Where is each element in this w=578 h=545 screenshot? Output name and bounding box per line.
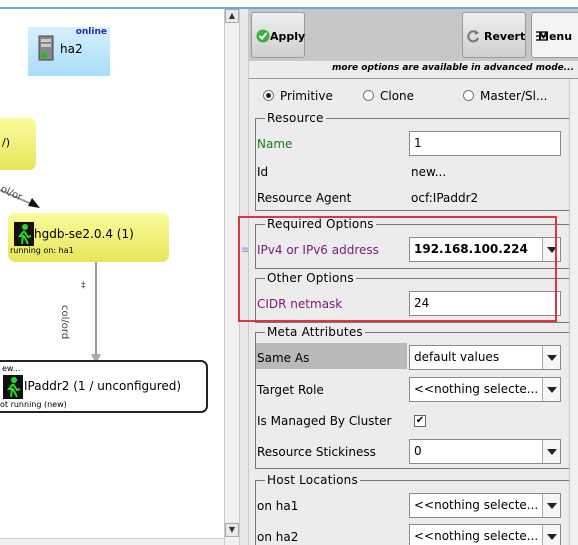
chevron-down-icon[interactable] [542, 525, 560, 545]
managed-by-cluster-checkbox[interactable]: ✔ [414, 415, 426, 427]
revert-label: Revert [484, 30, 526, 43]
resource-agent-label: Resource Agent [257, 191, 352, 205]
resource-agent-value: ocf:IPaddr2 [411, 191, 479, 205]
resource-node-hgdb[interactable]: hgdb-se2.0.4 (1) running on: ha1 [8, 213, 169, 262]
target-role-combobox[interactable]: <<nothing selecte... [409, 377, 561, 402]
advanced-mode-note: more options are available in advanced m… [332, 63, 574, 73]
resource-node-ipaddr2[interactable]: ew... IPaddr2 (1 / unconfigured) ot runn… [0, 360, 208, 413]
edge-label-colocation: col/ord [59, 305, 70, 340]
resource-node-title: hgdb-se2.0.4 (1) [34, 227, 134, 241]
separator [249, 78, 578, 79]
host-node-ha2[interactable]: online ha2 [28, 27, 110, 76]
apply-label: Apply [270, 30, 306, 43]
radio-selected-icon [263, 90, 274, 101]
revert-button[interactable]: Revert [462, 12, 526, 58]
chevron-down-icon[interactable] [542, 494, 560, 517]
location-ha2-combobox[interactable]: <<nothing selecte... [409, 524, 561, 545]
target-role-value: <<nothing selecte... [414, 382, 539, 396]
highlight-rectangle [238, 216, 557, 322]
menu-label: Menu [538, 30, 573, 43]
location-ha1-combobox[interactable]: <<nothing selecte... [409, 493, 561, 518]
location-ha2-value: <<nothing selecte... [414, 529, 539, 543]
graph-horizontal-scrollbar[interactable] [0, 538, 224, 545]
chevron-down-icon[interactable] [542, 346, 560, 369]
same-as-label: Same As [257, 351, 310, 365]
resource-group-legend: Resource [265, 111, 326, 125]
resource-node-partial-label: /) [2, 136, 10, 149]
same-as-combobox[interactable]: default values [409, 345, 561, 370]
id-value: new... [411, 165, 447, 179]
properties-vertical-scrollbar[interactable] [569, 79, 578, 545]
host-status-label: online [75, 27, 107, 37]
location-ha1-label: on ha1 [257, 499, 299, 513]
menu-button[interactable]: Menu [531, 12, 578, 58]
scroll-down-icon[interactable]: ▼ [225, 523, 239, 537]
location-ha1-value: <<nothing selecte... [414, 498, 539, 512]
radio-master-slave[interactable]: Master/Sl... [463, 89, 547, 105]
resource-node-status: running on: ha1 [10, 246, 74, 255]
resource-node-partial[interactable]: /) [0, 118, 36, 170]
id-label: Id [257, 165, 269, 179]
edge-arrowhead [28, 198, 40, 208]
radio-unselected-icon [463, 90, 474, 101]
radio-primitive[interactable]: Primitive [263, 89, 333, 105]
resource-node-title: IPaddr2 (1 / unconfigured) [24, 379, 182, 393]
radio-label: Clone [380, 89, 415, 103]
radio-label: Primitive [280, 89, 333, 103]
cluster-graph-panel[interactable]: online ha2 /) ol/or col/ord ‡ hgdb-se2.0… [0, 0, 224, 545]
check-icon [256, 29, 270, 43]
stopped-resource-icon [3, 375, 23, 399]
chevron-down-icon[interactable] [542, 378, 560, 401]
edge-marker: ‡ [81, 281, 86, 291]
stickiness-combobox[interactable]: 0 [409, 439, 561, 464]
meta-attributes-legend: Meta Attributes [265, 325, 365, 339]
stickiness-value: 0 [414, 444, 422, 458]
name-input[interactable]: 1 [409, 131, 561, 156]
chevron-down-icon[interactable] [542, 440, 560, 463]
host-name: ha2 [60, 42, 83, 56]
name-label: Name [257, 137, 293, 151]
location-ha2-label: on ha2 [257, 530, 299, 544]
target-role-label: Target Role [257, 383, 324, 397]
stickiness-label: Resource Stickiness [257, 445, 376, 459]
graph-edges [0, 189, 101, 364]
toolbar: Apply Revert Menu [249, 9, 578, 61]
scroll-up-icon[interactable]: ▲ [225, 9, 239, 23]
running-resource-icon [14, 222, 34, 246]
server-icon [38, 35, 54, 61]
graph-vertical-scrollbar[interactable]: ▲ ▼ [224, 9, 239, 545]
resource-node-id: ew... [2, 364, 21, 373]
resource-node-status: ot running (new) [0, 400, 67, 409]
radio-label: Master/Sl... [480, 89, 548, 103]
apply-button[interactable]: Apply [251, 12, 305, 58]
radio-clone[interactable]: Clone [363, 89, 414, 105]
revert-icon [467, 30, 479, 43]
radio-unselected-icon [363, 90, 374, 101]
host-locations-legend: Host Locations [265, 473, 360, 487]
same-as-value: default values [414, 350, 500, 364]
managed-by-cluster-label: Is Managed By Cluster [257, 414, 392, 428]
